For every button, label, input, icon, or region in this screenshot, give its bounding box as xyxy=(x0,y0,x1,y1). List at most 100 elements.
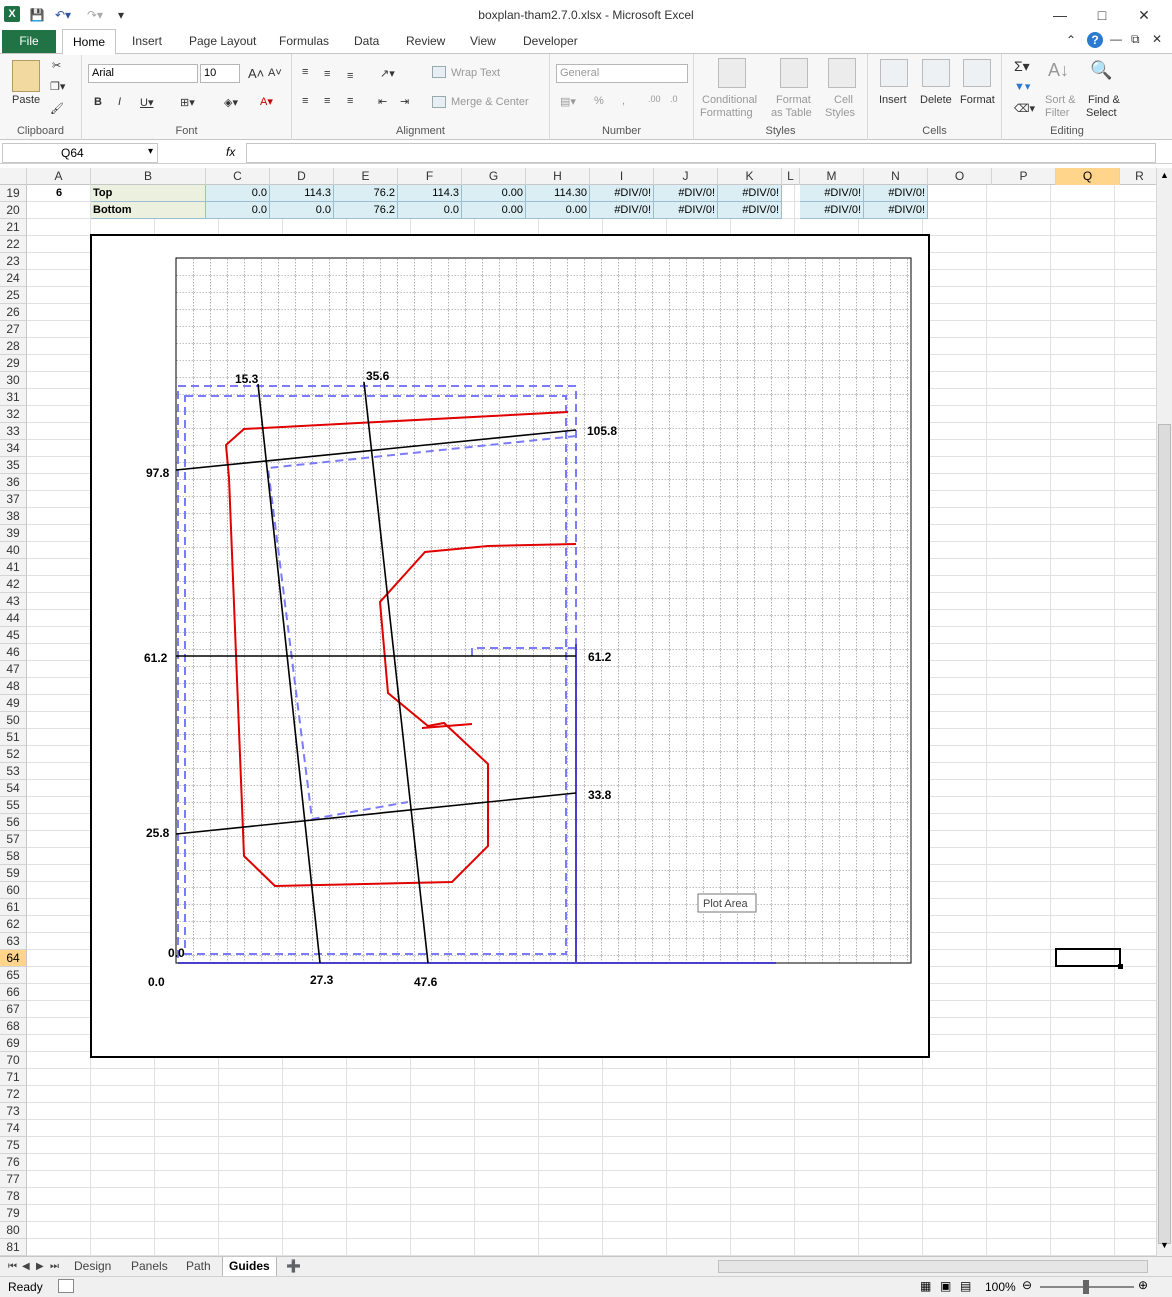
cell-b19[interactable]: Top xyxy=(91,185,206,202)
workbook-close-icon[interactable]: ✕ xyxy=(1152,32,1162,46)
conditional-formatting-icon[interactable] xyxy=(718,58,746,88)
sort-filter-icon[interactable]: A↓ xyxy=(1048,60,1069,81)
column-header-l[interactable]: L xyxy=(782,168,800,185)
cell-f20[interactable]: 0.0 xyxy=(398,202,462,219)
row-header-65[interactable]: 65 xyxy=(0,967,27,984)
row-header-59[interactable]: 59 xyxy=(0,865,27,882)
number-format-combo[interactable]: General xyxy=(556,64,688,83)
conditional-formatting-label-2[interactable]: Formatting xyxy=(700,107,753,119)
page-layout-view-icon[interactable]: ▣ xyxy=(940,1279,951,1293)
cell-d19[interactable]: 114.3 xyxy=(270,185,334,202)
row-header-31[interactable]: 31 xyxy=(0,389,27,406)
cell-styles-label-1[interactable]: Cell xyxy=(834,94,853,106)
merge-center-button[interactable]: Merge & Center xyxy=(451,96,529,108)
row-header-46[interactable]: 46 xyxy=(0,644,27,661)
vertical-scrollbar[interactable]: ▲ ▼ xyxy=(1156,168,1172,1256)
guides-chart[interactable]: 15.3 35.6 105.8 97.8 61.2 61.2 33.8 25.8… xyxy=(90,234,930,1058)
sheet-tab-path[interactable]: Path xyxy=(186,1257,211,1276)
row-header-37[interactable]: 37 xyxy=(0,491,27,508)
bold-icon[interactable]: B xyxy=(94,96,102,108)
find-select-label-1[interactable]: Find & xyxy=(1088,94,1120,106)
sort-filter-label-1[interactable]: Sort & xyxy=(1045,94,1076,106)
formula-input[interactable] xyxy=(246,143,1156,163)
cell-k19[interactable]: #DIV/0! xyxy=(718,185,782,202)
insert-sheet-icon[interactable]: ➕ xyxy=(286,1257,301,1276)
column-header-j[interactable]: J xyxy=(654,168,718,185)
column-header-m[interactable]: M xyxy=(800,168,864,185)
conditional-formatting-label-1[interactable]: Conditional xyxy=(702,94,757,106)
row-header-30[interactable]: 30 xyxy=(0,372,27,389)
name-box[interactable]: Q64 xyxy=(2,143,158,163)
font-name-combo[interactable]: Arial xyxy=(88,64,198,83)
row-header-53[interactable]: 53 xyxy=(0,763,27,780)
cell-g20[interactable]: 0.00 xyxy=(462,202,526,219)
row-header-69[interactable]: 69 xyxy=(0,1035,27,1052)
tab-formulas[interactable]: Formulas xyxy=(279,34,329,48)
row-header-73[interactable]: 73 xyxy=(0,1103,27,1120)
row-header-63[interactable]: 63 xyxy=(0,933,27,950)
name-box-dropdown-icon[interactable]: ▾ xyxy=(148,146,153,157)
italic-icon[interactable]: I xyxy=(118,96,121,108)
row-header-19[interactable]: 19 xyxy=(0,185,27,202)
cell-c20[interactable]: 0.0 xyxy=(206,202,270,219)
minimize-ribbon-icon[interactable]: ⌃ xyxy=(1066,33,1076,47)
row-header-75[interactable]: 75 xyxy=(0,1137,27,1154)
column-header-a[interactable]: A xyxy=(27,168,91,185)
merge-center-icon[interactable] xyxy=(432,96,446,108)
row-header-28[interactable]: 28 xyxy=(0,338,27,355)
row-header-35[interactable]: 35 xyxy=(0,457,27,474)
align-top-icon[interactable]: ≡ xyxy=(302,66,308,78)
find-select-label-2[interactable]: Select xyxy=(1086,107,1117,119)
scroll-up-icon[interactable]: ▲ xyxy=(1160,170,1169,180)
horizontal-scrollbar[interactable] xyxy=(718,1260,1148,1273)
vertical-scroll-thumb[interactable] xyxy=(1158,424,1171,1244)
column-header-q[interactable]: Q xyxy=(1056,168,1120,185)
row-header-49[interactable]: 49 xyxy=(0,695,27,712)
row-header-61[interactable]: 61 xyxy=(0,899,27,916)
page-break-view-icon[interactable]: ▤ xyxy=(960,1279,971,1293)
help-icon[interactable]: ? xyxy=(1087,32,1103,48)
row-header-32[interactable]: 32 xyxy=(0,406,27,423)
column-header-b[interactable]: B xyxy=(91,168,206,185)
row-header-43[interactable]: 43 xyxy=(0,593,27,610)
orientation-icon[interactable]: ↗▾ xyxy=(380,67,395,80)
format-button[interactable]: Format xyxy=(960,94,995,106)
zoom-slider-thumb[interactable] xyxy=(1083,1280,1089,1294)
cell-h20[interactable]: 0.00 xyxy=(526,202,590,219)
row-header-52[interactable]: 52 xyxy=(0,746,27,763)
macro-record-icon[interactable] xyxy=(58,1279,74,1293)
cell-styles-icon[interactable] xyxy=(828,58,856,88)
normal-view-icon[interactable]: ▦ xyxy=(920,1279,931,1293)
format-as-table-label-1[interactable]: Format xyxy=(776,94,811,106)
tab-developer[interactable]: Developer xyxy=(523,34,578,48)
wrap-text-button[interactable]: Wrap Text xyxy=(451,67,500,79)
borders-icon[interactable]: ⊞▾ xyxy=(180,96,195,109)
align-right-icon[interactable]: ≡ xyxy=(347,95,353,107)
column-header-c[interactable]: C xyxy=(206,168,270,185)
fill-icon[interactable]: ▼▾ xyxy=(1014,80,1030,93)
cell-e19[interactable]: 76.2 xyxy=(334,185,398,202)
font-color-icon[interactable]: A▾ xyxy=(260,95,273,108)
row-header-26[interactable]: 26 xyxy=(0,304,27,321)
align-left-icon[interactable]: ≡ xyxy=(302,95,308,107)
paste-icon[interactable] xyxy=(12,60,40,92)
tab-insert[interactable]: Insert xyxy=(132,34,162,48)
format-as-table-icon[interactable] xyxy=(780,58,808,88)
column-header-p[interactable]: P xyxy=(992,168,1056,185)
row-header-23[interactable]: 23 xyxy=(0,253,27,270)
row-header-78[interactable]: 78 xyxy=(0,1188,27,1205)
select-all-corner[interactable] xyxy=(0,168,27,185)
tab-review[interactable]: Review xyxy=(406,34,445,48)
sheet-tab-design[interactable]: Design xyxy=(74,1257,111,1276)
row-header-33[interactable]: 33 xyxy=(0,423,27,440)
workbook-minimize-icon[interactable]: — xyxy=(1110,32,1122,46)
row-header-79[interactable]: 79 xyxy=(0,1205,27,1222)
close-icon[interactable]: ✕ xyxy=(1130,4,1158,26)
increase-decimal-icon[interactable]: .00 xyxy=(648,94,661,104)
row-header-50[interactable]: 50 xyxy=(0,712,27,729)
maximize-icon[interactable]: □ xyxy=(1088,4,1116,26)
column-header-g[interactable]: G xyxy=(462,168,526,185)
row-header-66[interactable]: 66 xyxy=(0,984,27,1001)
align-bottom-icon[interactable]: ≡ xyxy=(347,70,353,82)
format-as-table-label-2[interactable]: as Table xyxy=(771,107,812,119)
